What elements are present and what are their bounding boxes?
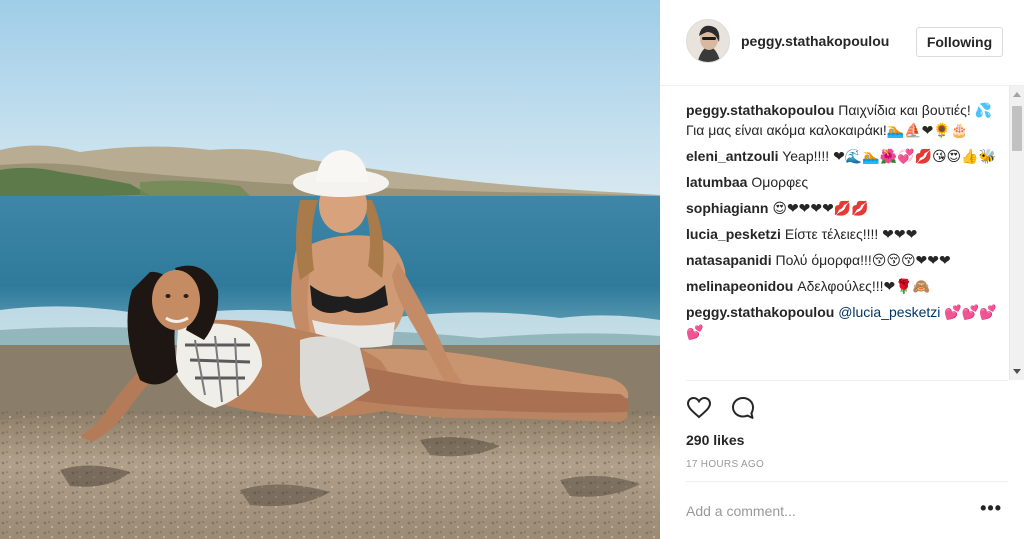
- comment-item: eleni_antzouli Yeap!!!! ❤🌊🏊🌺💞💋😘😍👍🐝: [686, 146, 1008, 166]
- comment-author[interactable]: peggy.stathakopoulou: [686, 102, 834, 118]
- post-photo[interactable]: [0, 0, 660, 539]
- comment-input[interactable]: [686, 500, 956, 522]
- post-actions: 290 likes 17 HOURS AGO: [686, 380, 1008, 470]
- comment-text: Yeap!!!! ❤🌊🏊🌺💞💋😘😍👍🐝: [782, 148, 997, 164]
- comment-text: Αδελφούλες!!!❤🌹🙈: [797, 278, 931, 294]
- following-button[interactable]: Following: [916, 27, 1003, 57]
- comment-author[interactable]: latumbaa: [686, 174, 747, 190]
- speech-bubble-icon[interactable]: [730, 395, 756, 421]
- add-comment-section: •••: [686, 481, 1008, 539]
- beach-photo: [0, 0, 660, 539]
- avatar[interactable]: [686, 19, 730, 63]
- comments-scrollbar[interactable]: [1009, 86, 1024, 380]
- comment-item: lucia_pesketzi Είστε τέλειες!!!! ❤❤❤: [686, 224, 1008, 244]
- ellipsis-icon[interactable]: •••: [980, 499, 1002, 517]
- comment-text: Ομορφες: [751, 174, 809, 190]
- comment-author[interactable]: natasapanidi: [686, 252, 772, 268]
- comment-item: natasapanidi Πολύ όμορφα!!!😚😚😚❤❤❤: [686, 250, 1008, 270]
- comments-list: peggy.stathakopoulou Παιχνίδια και βουτι…: [686, 100, 1008, 378]
- comment-author[interactable]: peggy.stathakopoulou: [686, 304, 834, 320]
- post-sidebar: peggy.stathakopoulou Following peggy.sta…: [660, 0, 1024, 539]
- comment-mention-link[interactable]: @lucia_pesketzi: [838, 304, 940, 320]
- comment-text: 😍❤❤❤❤💋💋: [772, 200, 869, 216]
- comment-text: Πολύ όμορφα!!!😚😚😚❤❤❤: [775, 252, 951, 268]
- scrollbar-thumb[interactable]: [1012, 106, 1022, 151]
- post-timestamp[interactable]: 17 HOURS AGO: [686, 459, 764, 470]
- post-header: peggy.stathakopoulou Following: [660, 0, 1024, 86]
- scroll-down-arrow-icon[interactable]: [1013, 369, 1021, 374]
- comment-item: latumbaa Ομορφες: [686, 172, 1008, 192]
- comment-author[interactable]: melinapeonidou: [686, 278, 793, 294]
- username-link[interactable]: peggy.stathakopoulou: [741, 33, 889, 49]
- likes-count[interactable]: 290 likes: [686, 432, 744, 448]
- comment-item: peggy.stathakopoulou @lucia_pesketzi 💕💕💕…: [686, 302, 1008, 342]
- comment-text: Είστε τέλειες!!!! ❤❤❤: [784, 226, 918, 242]
- comment-author[interactable]: lucia_pesketzi: [686, 226, 781, 242]
- scroll-up-arrow-icon[interactable]: [1013, 92, 1021, 97]
- comment-item: melinapeonidou Αδελφούλες!!!❤🌹🙈: [686, 276, 1008, 296]
- comment-item: peggy.stathakopoulou Παιχνίδια και βουτι…: [686, 100, 1008, 140]
- comment-author[interactable]: eleni_antzouli: [686, 148, 779, 164]
- avatar-image-icon: [687, 20, 729, 62]
- comment-author[interactable]: sophiagiann: [686, 200, 768, 216]
- heart-outline-icon[interactable]: [686, 395, 712, 421]
- comment-item: sophiagiann 😍❤❤❤❤💋💋: [686, 198, 1008, 218]
